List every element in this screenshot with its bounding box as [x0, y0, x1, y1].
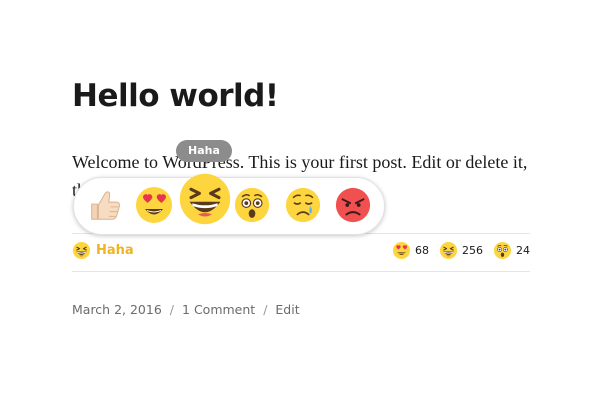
reaction-count-haha[interactable]: 256: [439, 241, 483, 260]
reaction-count-value: 256: [462, 243, 483, 257]
reaction-picker: [73, 177, 385, 235]
laughing-face-icon[interactable]: [177, 171, 233, 227]
laughing-face-icon: [439, 241, 458, 260]
reaction-count-love[interactable]: 68: [392, 241, 429, 260]
meta-separator: /: [263, 302, 268, 317]
reaction-tooltip: Haha: [176, 140, 232, 162]
laughing-face-icon: [72, 241, 91, 260]
thumbs-up-icon[interactable]: [86, 186, 124, 224]
reaction-count-value: 68: [415, 243, 429, 257]
angry-face-icon[interactable]: [334, 186, 372, 224]
my-reaction-button[interactable]: Haha: [72, 240, 134, 260]
meta-separator: /: [169, 302, 175, 317]
edit-link[interactable]: Edit: [275, 302, 299, 317]
reaction-count-value: 24: [516, 243, 530, 257]
heart-eyes-icon[interactable]: [134, 185, 174, 225]
reactions-divider-bottom: [72, 271, 530, 272]
crying-face-icon[interactable]: [284, 186, 322, 224]
reaction-counts: 68 256 24: [382, 240, 530, 260]
post-meta: March 2, 2016 / 1 Comment / Edit: [72, 302, 300, 317]
heart-eyes-icon: [392, 241, 411, 260]
post-title: Hello world!: [72, 78, 279, 114]
surprised-face-icon[interactable]: [233, 186, 271, 224]
my-reaction-label: Haha: [96, 242, 134, 258]
post-date-link[interactable]: March 2, 2016: [72, 302, 162, 317]
surprised-face-icon: [493, 241, 512, 260]
reaction-count-wow[interactable]: 24: [493, 241, 530, 260]
comments-link[interactable]: 1 Comment: [182, 302, 255, 317]
